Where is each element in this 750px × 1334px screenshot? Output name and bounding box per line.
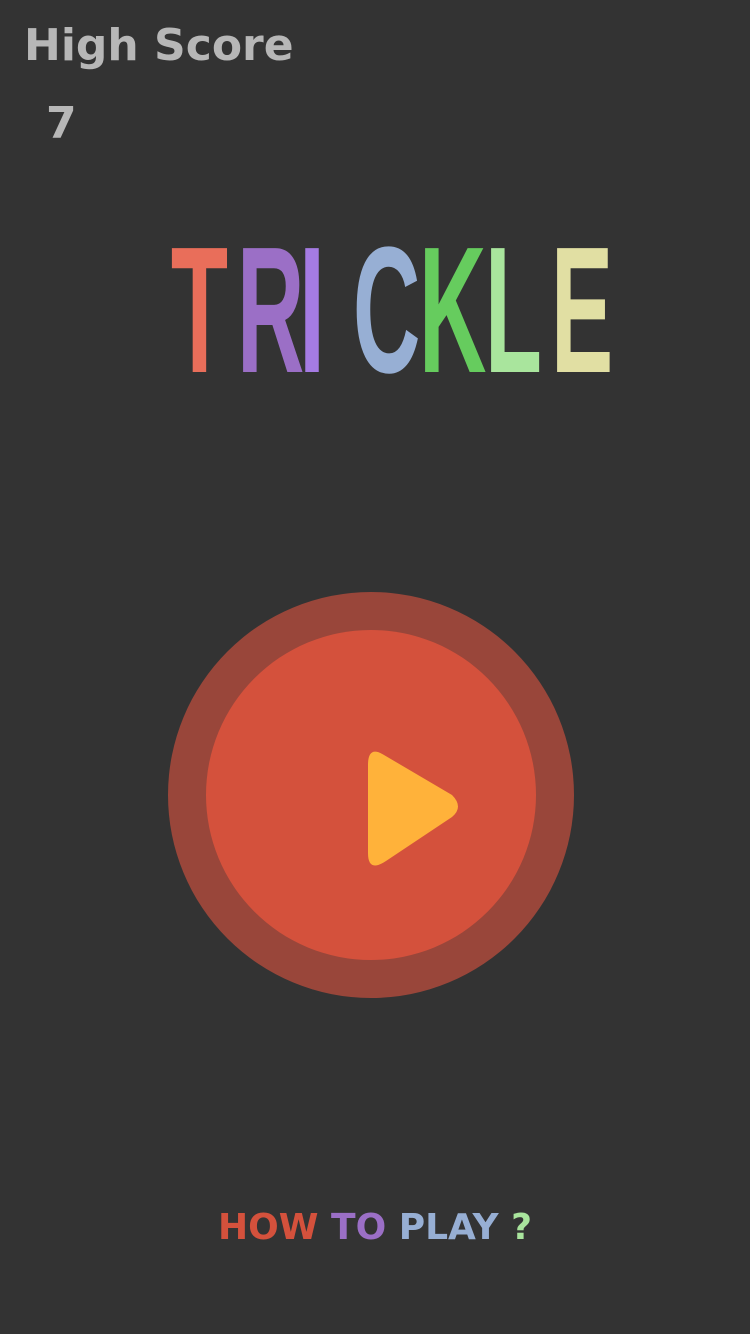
high-score-label: High Score <box>24 20 294 71</box>
high-score-value: 7 <box>46 98 77 149</box>
how-to-play-link[interactable]: HOW TO PLAY ? <box>0 1204 750 1252</box>
how-to-play-question-mark[interactable]: ? <box>511 1204 532 1252</box>
game-menu-screen: High Score 7 T R I C K L E HOW TO PLAY ? <box>0 0 750 1334</box>
title-letter-k: K <box>418 210 487 411</box>
title-letter-c: C <box>352 210 421 411</box>
play-button-inner[interactable] <box>206 630 536 960</box>
play-triangle <box>368 751 458 866</box>
how-to-play-word-to[interactable]: TO <box>331 1204 386 1252</box>
title-letter-e: E <box>550 210 614 411</box>
game-title: T R I C K L E <box>155 210 614 411</box>
title-letter-i: I <box>299 210 326 411</box>
title-letter-t: T <box>170 210 229 411</box>
title-letter-r: R <box>236 210 305 411</box>
play-button[interactable] <box>168 592 574 998</box>
title-letter-l: L <box>484 210 543 411</box>
how-to-play-word-play[interactable]: PLAY <box>399 1204 499 1252</box>
how-to-play-word-how[interactable]: HOW <box>218 1204 318 1252</box>
play-icon[interactable] <box>206 630 536 960</box>
